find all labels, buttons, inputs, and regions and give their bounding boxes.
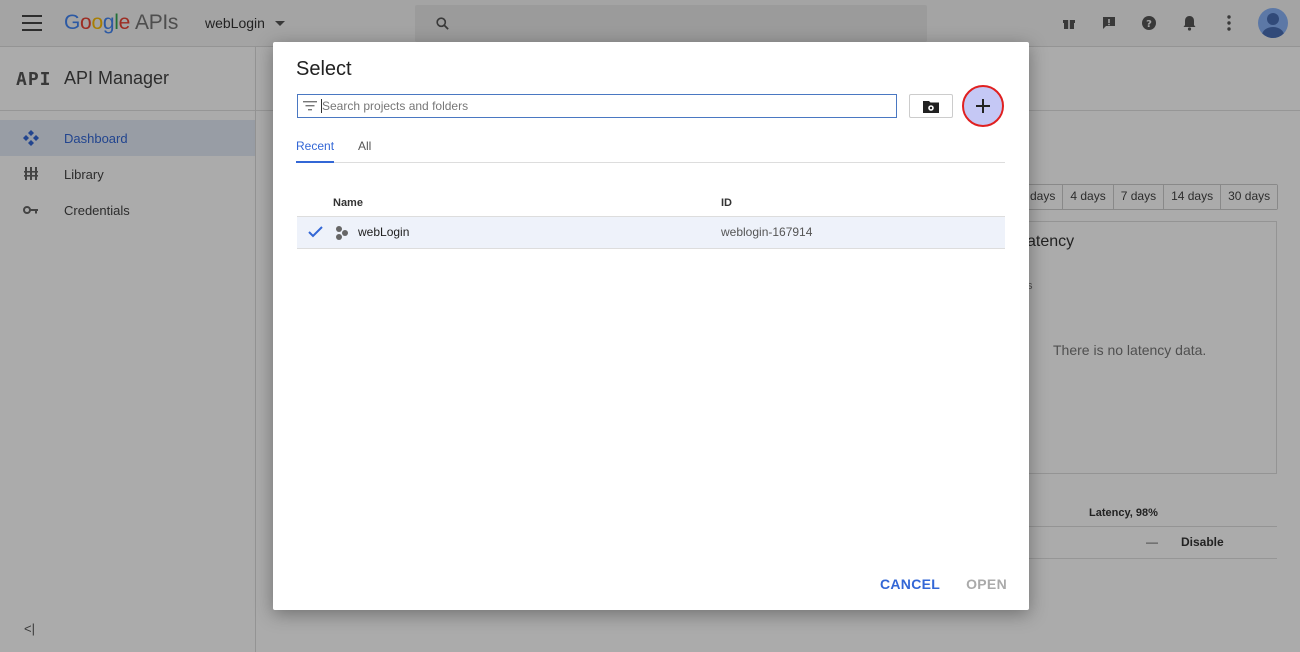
- tab-recent[interactable]: Recent: [296, 139, 335, 163]
- select-project-dialog: Select Recent All Name ID webLogin weblo…: [273, 42, 1029, 610]
- plus-icon: [976, 99, 990, 113]
- create-project-button[interactable]: [962, 85, 1004, 127]
- cancel-button[interactable]: CANCEL: [880, 576, 940, 592]
- tab-all[interactable]: All: [358, 139, 371, 161]
- folder-settings-icon: [923, 100, 939, 113]
- manage-folders-button[interactable]: [909, 94, 953, 118]
- project-tabs: Recent All: [296, 132, 1005, 163]
- dialog-title: Select: [296, 58, 352, 80]
- project-icon: [336, 226, 348, 240]
- check-icon: [308, 226, 323, 238]
- project-id-cell: weblogin-167914: [721, 225, 813, 239]
- project-search-input[interactable]: [322, 95, 892, 117]
- filter-icon: [303, 101, 317, 111]
- table-row[interactable]: webLogin weblogin-167914: [297, 216, 1005, 249]
- project-search-field[interactable]: [297, 94, 897, 118]
- projects-table-header: Name ID: [297, 196, 1005, 216]
- dialog-actions: CANCEL OPEN: [880, 576, 1007, 592]
- name-column-header: Name: [333, 197, 363, 209]
- id-column-header: ID: [721, 197, 732, 209]
- open-button[interactable]: OPEN: [966, 576, 1007, 592]
- project-name-cell: webLogin: [358, 225, 410, 239]
